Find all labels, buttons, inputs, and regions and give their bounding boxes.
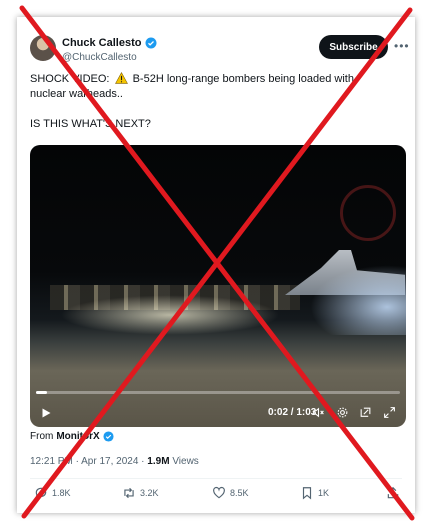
author-name[interactable]: Chuck Callesto <box>62 37 141 49</box>
author-handle[interactable]: @ChuckCallesto <box>62 52 137 63</box>
reply-button[interactable]: 1.8K <box>34 486 71 500</box>
tweet-line-1: SHOCK VIDEO: B-52H long-range bombers be… <box>30 72 400 87</box>
reply-count: 1.8K <box>52 488 71 498</box>
tweet-card: Chuck Callesto @ChuckCallesto Subscribe … <box>17 17 415 513</box>
source-prefix: From <box>30 431 54 442</box>
like-count: 8.5K <box>230 488 249 498</box>
bookmark-count: 1K <box>318 488 330 498</box>
play-icon[interactable] <box>40 407 52 419</box>
avatar[interactable] <box>30 35 56 61</box>
author-row: Chuck Callesto <box>62 37 157 49</box>
action-bar: 1.8K 3.2K 8.5K 1K <box>30 486 402 506</box>
video-progress-bar[interactable] <box>36 391 400 394</box>
picture-in-picture-icon[interactable] <box>359 406 372 419</box>
heart-icon <box>213 486 225 499</box>
tweet-text: SHOCK VIDEO: B-52H long-range bombers be… <box>30 72 400 132</box>
settings-gear-icon[interactable] <box>336 406 349 419</box>
more-options-icon[interactable]: ••• <box>394 39 410 53</box>
bookmark-button[interactable]: 1K <box>300 486 329 500</box>
share-icon <box>387 486 399 499</box>
video-frame-glow <box>310 265 406 335</box>
divider <box>30 478 402 479</box>
tweet-line-3: IS THIS WHAT'S NEXT? <box>30 118 151 130</box>
tweet-line-1-start: SHOCK VIDEO: <box>30 73 110 85</box>
tweet-line-2: nuclear warheads.. <box>30 88 123 100</box>
bookmark-icon <box>302 487 312 500</box>
video-source: From MonitorX <box>30 431 114 442</box>
reply-icon <box>35 487 47 500</box>
video-frame-lights <box>60 295 280 335</box>
like-button[interactable]: 8.5K <box>212 486 249 500</box>
source-account-link[interactable]: MonitorX <box>56 431 99 442</box>
views-count: 1.9M <box>147 456 170 467</box>
tweet-line-1-end: B-52H long-range bombers being loaded wi… <box>132 73 354 85</box>
warning-icon <box>114 72 128 84</box>
views-label: Views <box>172 456 199 467</box>
repost-count: 3.2K <box>140 488 159 498</box>
source-verified-badge-icon <box>103 431 114 442</box>
subscribe-button[interactable]: Subscribe <box>319 35 388 59</box>
tweet-meta: 12:21 PM · Apr 17, 2024 · 1.9M Views <box>30 456 199 467</box>
video-watermark <box>340 185 396 241</box>
video-progress-fill <box>36 391 47 394</box>
verified-badge-icon <box>145 37 157 49</box>
share-button[interactable] <box>386 486 400 500</box>
video-player[interactable]: 0:02 / 1:03 <box>30 145 406 427</box>
repost-button[interactable]: 3.2K <box>122 486 159 500</box>
volume-muted-icon[interactable] <box>312 406 325 419</box>
tweet-timestamp[interactable]: 12:21 PM · Apr 17, 2024 · <box>30 456 145 467</box>
repost-icon <box>124 487 134 499</box>
fullscreen-icon[interactable] <box>383 406 396 419</box>
video-time: 0:02 / 1:03 <box>268 407 317 418</box>
